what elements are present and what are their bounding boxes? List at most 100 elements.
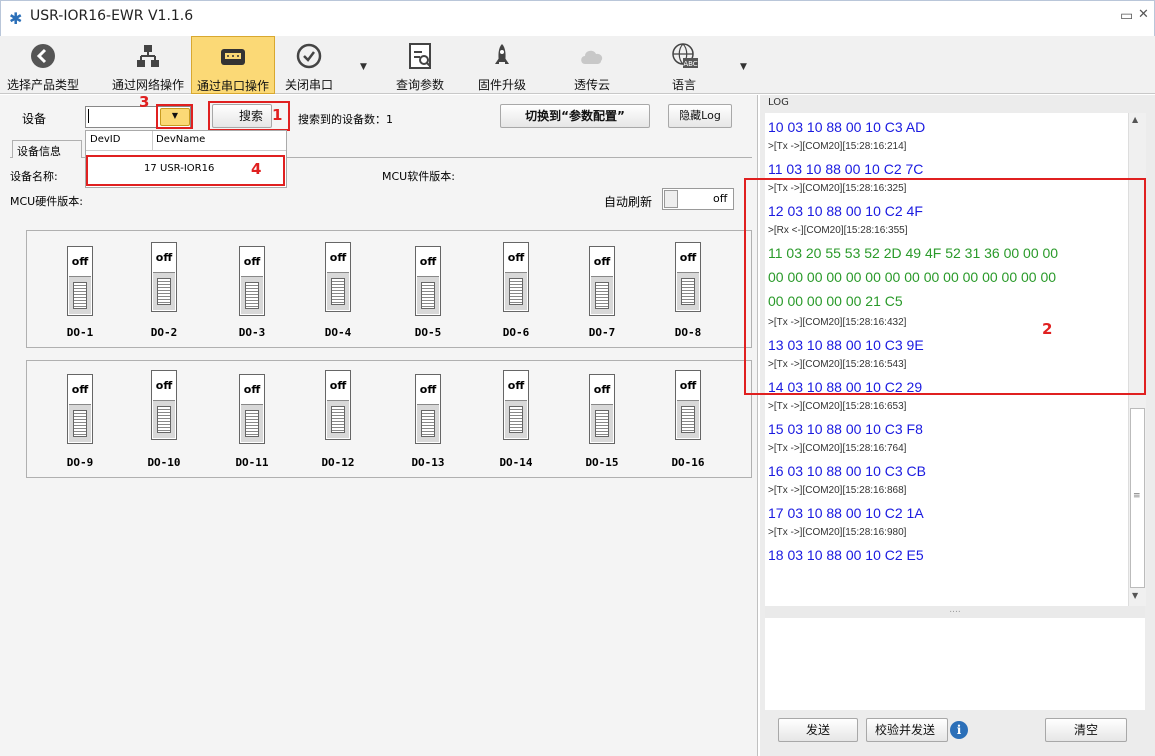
found-device-count: 搜索到的设备数：1: [298, 113, 393, 126]
switch-knob: [417, 276, 439, 314]
annotation-box-3: [156, 104, 193, 129]
switch-knob: [241, 404, 263, 442]
back-arrow-icon: [31, 44, 55, 68]
window-title: USR-IOR16-EWR V1.1.6: [30, 8, 194, 24]
toolbar-label: 查询参数: [395, 78, 444, 92]
device-name-label: 设备名称:: [10, 170, 58, 183]
grip-icon: ≡: [1133, 491, 1141, 501]
switch-do-11[interactable]: off: [239, 374, 265, 444]
switch-label: DO-12: [321, 456, 355, 469]
switch-state-label: off: [505, 372, 527, 400]
switch-label: DO-10: [147, 456, 181, 469]
auto-refresh-toggle[interactable]: off: [662, 188, 734, 210]
switch-do-13[interactable]: off: [415, 374, 441, 444]
hide-log-button[interactable]: 隐藏Log: [668, 104, 732, 128]
minimize-icon[interactable]: ▭: [1120, 8, 1133, 24]
switch-do-4[interactable]: off: [325, 242, 351, 312]
switch-knob: [327, 400, 349, 438]
chevron-down-icon[interactable]: ▼: [360, 62, 367, 72]
log-data-line: 16 03 10 88 00 10 C3 CB: [768, 463, 927, 479]
app-logo-icon: ✱: [9, 9, 23, 28]
send-button[interactable]: 发送: [778, 718, 858, 742]
switch-knob: [591, 276, 613, 314]
switch-state-label: off: [69, 248, 91, 276]
column-header-devid: DevID: [90, 134, 121, 145]
switch-label: DO-8: [674, 326, 702, 339]
switch-label: DO-9: [66, 456, 94, 469]
globe-icon: ABC: [672, 43, 698, 68]
log-data-line: 17 03 10 88 00 10 C2 1A: [768, 505, 924, 521]
cloud-passthrough-button[interactable]: 透传云: [560, 36, 624, 94]
language-button[interactable]: ABC 语言: [652, 36, 716, 94]
info-icon[interactable]: i: [950, 721, 968, 739]
firmware-upgrade-button[interactable]: 固件升级: [470, 36, 534, 94]
send-input[interactable]: [765, 618, 1145, 710]
switch-do-1[interactable]: off: [67, 246, 93, 316]
switch-label: DO-4: [324, 326, 352, 339]
scroll-up-icon[interactable]: ▲: [1132, 115, 1138, 124]
log-splitter[interactable]: ....: [765, 606, 1145, 618]
close-serial-button[interactable]: 关闭串口: [278, 36, 340, 94]
switch-do-3[interactable]: off: [239, 246, 265, 316]
switch-state-label: off: [69, 376, 91, 404]
device-label: 设备: [22, 112, 47, 126]
switch-knob: [591, 404, 613, 442]
switch-do-5[interactable]: off: [415, 246, 441, 316]
log-data-line: 10 03 10 88 00 10 C3 AD: [768, 119, 926, 135]
chevron-down-icon[interactable]: ▼: [740, 62, 747, 72]
switch-knob: [505, 400, 527, 438]
query-document-icon: [409, 43, 431, 69]
annotation-box-2: [744, 178, 1146, 395]
switch-do-16[interactable]: off: [675, 370, 701, 440]
log-meta-line: >[Tx ->][COM20][15:28:16:980]: [768, 527, 907, 538]
switch-do-15[interactable]: off: [589, 374, 615, 444]
log-meta-line: >[Tx ->][COM20][15:28:16:214]: [768, 141, 907, 152]
switch-knob: [505, 272, 527, 310]
switch-knob: [677, 272, 699, 310]
switch-label: DO-15: [585, 456, 619, 469]
log-data-line: 18 03 10 88 00 10 C2 E5: [768, 547, 924, 563]
query-params-button[interactable]: 查询参数: [388, 36, 452, 94]
switch-label: DO-14: [499, 456, 533, 469]
switch-state-label: off: [241, 248, 263, 276]
switch-label: DO-16: [671, 456, 705, 469]
log-meta-line: >[Tx ->][COM20][15:28:16:764]: [768, 443, 907, 454]
checksum-send-button[interactable]: 校验并发送: [866, 718, 948, 742]
auto-refresh-label: 自动刷新: [604, 195, 653, 209]
switch-do-2[interactable]: off: [151, 242, 177, 312]
switch-do-14[interactable]: off: [503, 370, 529, 440]
toolbar-label: 固件升级: [477, 78, 526, 92]
switch-state-label: off: [327, 244, 349, 272]
select-product-type-button[interactable]: 选择产品类型: [0, 36, 86, 94]
close-icon[interactable]: ✕: [1138, 7, 1149, 22]
clear-button[interactable]: 清空: [1045, 718, 1127, 742]
switch-do-10[interactable]: off: [151, 370, 177, 440]
toolbar: 选择产品类型 通过网络操作 通过串口操作 关闭串口 ▼ 查询参数 固件升级 透传…: [0, 36, 1155, 94]
switch-knob: [417, 404, 439, 442]
switch-do-9[interactable]: off: [67, 374, 93, 444]
switch-state-label: off: [417, 376, 439, 404]
switch-do-6[interactable]: off: [503, 242, 529, 312]
switch-do-8[interactable]: off: [675, 242, 701, 312]
network-icon: [137, 45, 159, 67]
scroll-down-icon[interactable]: ▼: [1132, 591, 1138, 600]
switch-knob: [241, 276, 263, 314]
switch-state-label: off: [591, 248, 613, 276]
network-operation-button[interactable]: 通过网络操作: [106, 36, 190, 94]
serial-operation-button[interactable]: 通过串口操作: [191, 36, 275, 94]
switch-label: DO-5: [414, 326, 442, 339]
switch-do-7[interactable]: off: [589, 246, 615, 316]
switch-state-label: off: [591, 376, 613, 404]
language-icon-text: ABC: [683, 60, 697, 68]
switch-knob: [153, 400, 175, 438]
mcu-soft-version-label: MCU软件版本:: [382, 170, 455, 183]
switch-to-config-button[interactable]: 切换到“参数配置”: [500, 104, 650, 128]
annotation-label-1: 1: [272, 106, 283, 124]
switch-knob: [69, 404, 91, 442]
tab-device-info[interactable]: 设备信息: [12, 140, 82, 158]
switch-state-label: off: [417, 248, 439, 276]
mcu-hard-version-label: MCU硬件版本:: [10, 195, 83, 208]
switch-label: DO-13: [411, 456, 445, 469]
switch-do-12[interactable]: off: [325, 370, 351, 440]
switch-state-label: off: [153, 372, 175, 400]
